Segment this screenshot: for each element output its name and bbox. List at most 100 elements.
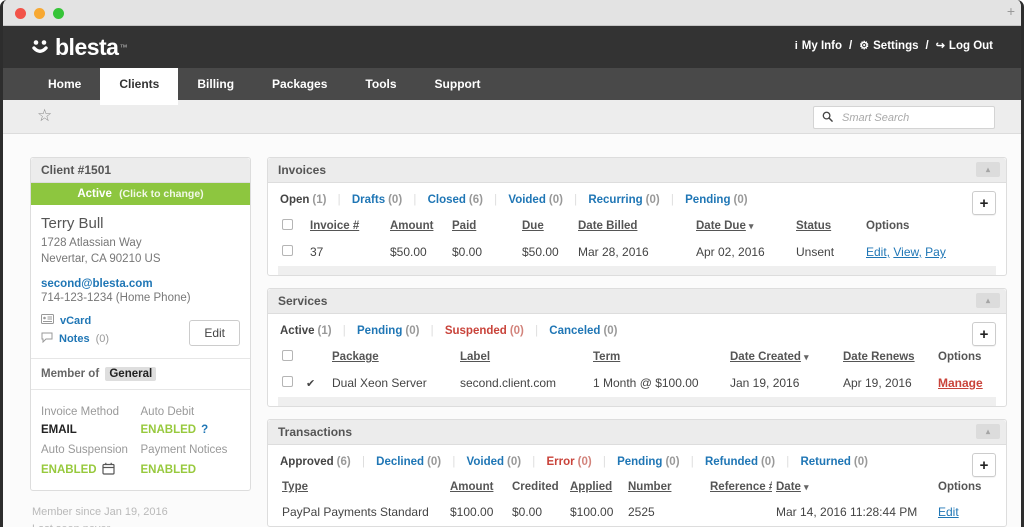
client-email-link[interactable]: second@blesta.com — [41, 278, 240, 290]
service-package: Dual Xeon Server — [332, 376, 427, 390]
transactions-tab-error[interactable]: Error (0) — [547, 456, 592, 468]
col-invoice-number[interactable]: Invoice # — [310, 220, 359, 232]
services-tab-canceled[interactable]: Canceled (0) — [549, 325, 617, 337]
blesta-logo[interactable]: blesta ™ — [31, 33, 127, 61]
client-info-section: Terry Bull 1728 Atlassian Way Nevertar, … — [31, 205, 250, 358]
col-number[interactable]: Number — [628, 481, 671, 493]
nav-tab-billing[interactable]: Billing — [178, 68, 253, 100]
service-date-created: Jan 19, 2016 — [730, 376, 800, 390]
invoices-tab-pending[interactable]: Pending (0) — [685, 194, 747, 206]
col-applied[interactable]: Applied — [570, 481, 612, 493]
transactions-tab-pending[interactable]: Pending (0) — [617, 456, 679, 468]
invoices-tab-voided[interactable]: Voided (0) — [508, 194, 563, 206]
settings-label: Settings — [873, 39, 919, 52]
service-term: 1 Month @ $100.00 — [593, 376, 699, 390]
nav-tab-clients[interactable]: Clients — [100, 68, 179, 105]
tab-label: Pending — [685, 194, 731, 206]
col-due[interactable]: Due — [522, 220, 544, 232]
invoices-tab-recurring[interactable]: Recurring (0) — [588, 194, 659, 206]
my-info-link[interactable]: i My Info — [795, 40, 842, 52]
invoices-tab-open[interactable]: Open (1) — [280, 194, 326, 206]
invoice-pay-link[interactable]: Pay — [925, 245, 946, 259]
collapse-panel-icon[interactable]: ▴ — [976, 162, 1000, 177]
minimize-window-button[interactable] — [34, 8, 45, 19]
tab-count: (0) — [760, 456, 776, 468]
services-tab-suspended[interactable]: Suspended (0) — [445, 325, 524, 337]
tab-count: (0) — [427, 456, 442, 468]
col-type[interactable]: Type — [282, 481, 308, 493]
invoices-title: Invoices — [278, 163, 327, 177]
invoice-edit-link[interactable]: Edit, — [866, 245, 890, 259]
col-date-billed[interactable]: Date Billed — [578, 220, 637, 232]
transaction-type: PayPal Payments Standard — [282, 505, 429, 519]
transactions-tab-declined[interactable]: Declined (0) — [376, 456, 441, 468]
col-reference[interactable]: Reference # — [710, 481, 772, 493]
col-date-due[interactable]: Date Due — [696, 220, 746, 232]
tab-label: Canceled — [549, 325, 601, 337]
col-paid[interactable]: Paid — [452, 220, 476, 232]
auto-debit-help-icon[interactable]: ? — [201, 424, 208, 436]
settings-link[interactable]: ⚙ Settings — [859, 39, 919, 53]
select-all-checkbox[interactable] — [282, 219, 293, 230]
sort-desc-icon: ▾ — [803, 352, 809, 362]
add-service-button[interactable]: + — [972, 322, 996, 346]
invoice-due: $50.00 — [522, 245, 559, 259]
zoom-window-button[interactable] — [53, 8, 64, 19]
col-label[interactable]: Label — [460, 351, 490, 363]
collapse-panel-icon[interactable]: ▴ — [976, 293, 1000, 308]
transactions-tab-refunded[interactable]: Refunded (0) — [705, 456, 775, 468]
nav-tab-home[interactable]: Home — [29, 68, 100, 100]
invoices-tab-closed[interactable]: Closed (6) — [428, 194, 483, 206]
auto-suspension-status: ENABLED — [41, 464, 97, 477]
row-checkbox[interactable] — [282, 376, 293, 387]
services-tab-pending[interactable]: Pending (0) — [357, 325, 419, 337]
select-all-checkbox[interactable] — [282, 350, 293, 361]
row-checkbox[interactable] — [282, 245, 293, 256]
calendar-icon[interactable] — [101, 462, 115, 478]
close-window-button[interactable] — [15, 8, 26, 19]
col-status[interactable]: Status — [796, 220, 831, 232]
edit-client-button[interactable]: Edit — [189, 320, 240, 347]
tab-separator: | — [413, 194, 417, 206]
nav-tab-support[interactable]: Support — [416, 68, 500, 100]
col-date-renews[interactable]: Date Renews — [843, 351, 915, 363]
nav-tab-packages[interactable]: Packages — [253, 68, 346, 100]
transaction-edit-link[interactable]: Edit — [938, 505, 959, 519]
log-out-link[interactable]: ↪ Log Out — [936, 39, 993, 53]
new-tab-icon[interactable]: + — [1007, 3, 1015, 19]
tab-separator: | — [574, 194, 578, 206]
col-term[interactable]: Term — [593, 351, 620, 363]
add-transaction-button[interactable]: + — [972, 453, 996, 477]
client-id-title: Client #1501 — [41, 163, 112, 177]
nav-tab-tools[interactable]: Tools — [346, 68, 415, 100]
transactions-tab-returned[interactable]: Returned (0) — [800, 456, 868, 468]
search-icon — [822, 109, 833, 127]
transactions-tab-voided[interactable]: Voided (0) — [467, 456, 522, 468]
col-amount[interactable]: Amount — [390, 220, 433, 232]
service-manage-link[interactable]: Manage — [938, 376, 983, 390]
invoices-tab-drafts[interactable]: Drafts (0) — [352, 194, 402, 206]
status-label: Active — [77, 188, 112, 200]
invoice-amount: $50.00 — [390, 245, 427, 259]
services-tab-active[interactable]: Active (1) — [280, 325, 332, 337]
tab-separator: | — [535, 325, 539, 337]
tab-separator: | — [430, 325, 434, 337]
invoice-view-link[interactable]: View, — [893, 245, 921, 259]
transactions-panel-header: Transactions ▴ — [268, 420, 1006, 445]
favorite-star-icon[interactable]: ☆ — [37, 106, 52, 126]
invoices-panel-body: Open (1) | Drafts (0) | Closed (6) | Voided… — [268, 183, 1006, 275]
browser-titlebar: + — [3, 0, 1021, 26]
collapse-panel-icon[interactable]: ▴ — [976, 424, 1000, 439]
client-status-banner[interactable]: Active (Click to change) — [31, 183, 250, 205]
transactions-tab-approved[interactable]: Approved (6) — [280, 456, 351, 468]
search-input[interactable] — [840, 110, 986, 125]
table-stripe — [278, 266, 996, 275]
member-since-text: Member since Jan 19, 2016 — [32, 506, 168, 519]
col-date-created[interactable]: Date Created — [730, 351, 801, 363]
col-package[interactable]: Package — [332, 351, 379, 363]
col-amount[interactable]: Amount — [450, 481, 493, 493]
col-date[interactable]: Date — [776, 481, 801, 493]
client-address-line2: Nevertar, CA 90210 US — [41, 253, 161, 266]
tab-separator: | — [494, 194, 498, 206]
add-invoice-button[interactable]: + — [972, 191, 996, 215]
